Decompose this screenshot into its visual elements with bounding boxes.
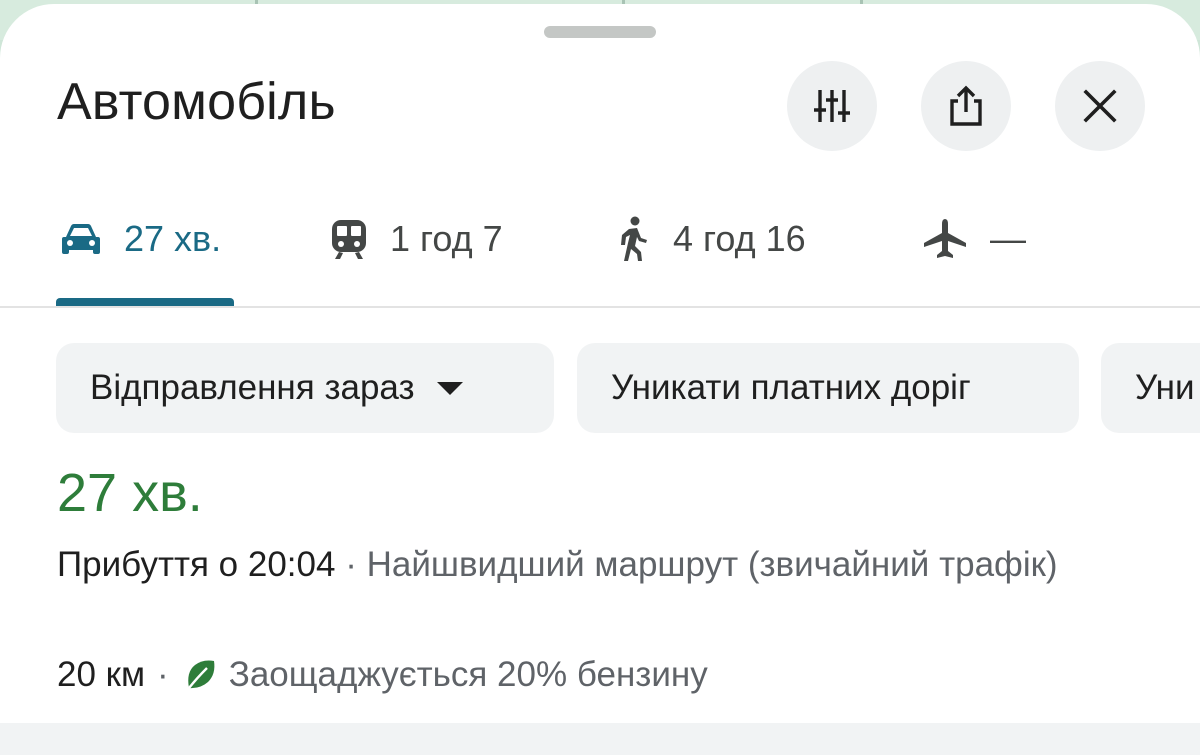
train-icon: [330, 218, 368, 260]
dropdown-caret-icon: [436, 381, 463, 395]
tab-driving[interactable]: 27 хв.: [60, 214, 221, 264]
share-icon: [950, 85, 982, 126]
travel-mode-tabs: 27 хв. 1 год 7 4 год 16 —: [0, 194, 1200, 304]
route-description: Найшвидший маршрут (звичайний трафік): [366, 545, 1058, 584]
close-icon: [1083, 89, 1117, 123]
arrival-time: Прибуття о 20:04: [57, 545, 336, 584]
tab-label: 1 год 7: [390, 218, 503, 259]
tab-walking[interactable]: 4 год 16: [615, 214, 806, 264]
route-options-button[interactable]: [787, 61, 877, 151]
active-tab-indicator: [56, 298, 234, 306]
tab-transit[interactable]: 1 год 7: [330, 214, 503, 264]
eco-savings-text: Заощаджується 20% бензину: [228, 655, 708, 694]
walk-icon: [615, 216, 651, 262]
route-distance: 20 км: [57, 655, 146, 694]
eco-row: 20 км · Заощаджується 20% бензину: [57, 650, 708, 700]
directions-sheet: Автомобіль 27 хв. 1 год 7 4 год 16 — Від…: [0, 4, 1200, 755]
separator: ·: [345, 545, 357, 584]
leaf-icon: [183, 658, 217, 692]
tab-label: 4 год 16: [673, 218, 806, 259]
share-button[interactable]: [921, 61, 1011, 151]
page-title: Автомобіль: [57, 73, 336, 131]
route-details: Прибуття о 20:04 · Найшвидший маршрут (з…: [57, 540, 1137, 590]
chip-label: Відправлення зараз: [90, 368, 415, 407]
tabs-divider: [0, 306, 1200, 308]
route-duration: 27 хв.: [57, 463, 203, 523]
car-icon: [60, 221, 102, 257]
tab-flights[interactable]: —: [922, 214, 1026, 264]
drag-handle[interactable]: [544, 26, 656, 38]
tab-label: 27 хв.: [124, 218, 222, 259]
separator: ·: [157, 655, 169, 694]
airplane-icon: [922, 218, 968, 260]
next-section-divider: [0, 723, 1200, 755]
avoid-tolls-chip[interactable]: Уникати платних доріг: [577, 343, 1079, 433]
depart-now-chip[interactable]: Відправлення зараз: [56, 343, 554, 433]
close-button[interactable]: [1055, 61, 1145, 151]
avoid-chip[interactable]: Уни: [1101, 343, 1200, 433]
tune-icon: [814, 90, 850, 122]
chip-label: Уни: [1135, 368, 1195, 407]
chip-label: Уникати платних доріг: [611, 368, 971, 407]
tab-label: —: [990, 218, 1026, 259]
